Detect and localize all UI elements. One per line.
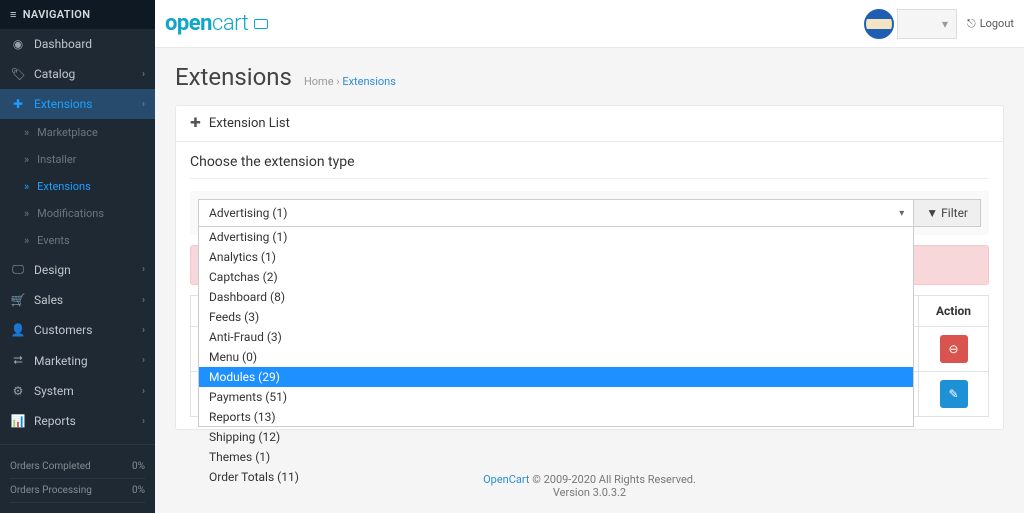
panel-title: Extension List bbox=[209, 116, 290, 131]
sidebar-sub-marketplace[interactable]: Marketplace bbox=[0, 119, 155, 146]
crumb-home[interactable]: Home bbox=[304, 75, 334, 88]
sidebar-item-label: Sales bbox=[34, 293, 63, 307]
dropdown-option[interactable]: Themes (1) bbox=[199, 447, 913, 467]
avatar bbox=[864, 9, 894, 39]
dropdown-option[interactable]: Dashboard (8) bbox=[199, 287, 913, 307]
puzzle-icon: ✚ bbox=[10, 97, 26, 111]
breadcrumb: Home › Extensions bbox=[304, 75, 396, 88]
user-dropdown[interactable]: ▾ bbox=[897, 9, 957, 39]
logout-icon: ⎋ bbox=[967, 17, 976, 31]
filter-button[interactable]: ▼ Filter bbox=[914, 199, 981, 227]
chevron-right-icon: › bbox=[142, 295, 145, 306]
dropdown-option[interactable]: Advertising (1) bbox=[199, 227, 913, 247]
chevron-right-icon: › bbox=[142, 69, 145, 80]
share-icon: ⮂ bbox=[10, 353, 26, 368]
sidebar-item-label: Customers bbox=[34, 323, 92, 337]
caret-down-icon: ▾ bbox=[942, 17, 948, 31]
puzzle-icon: ✚ bbox=[190, 116, 201, 131]
pencil-icon: ✎ bbox=[948, 387, 958, 401]
sidebar-item-label: Catalog bbox=[34, 67, 75, 81]
delete-button[interactable]: ⊖ bbox=[940, 335, 968, 363]
tag-icon: 🏷 bbox=[10, 67, 26, 81]
dropdown-option[interactable]: Menu (0) bbox=[199, 347, 913, 367]
edit-button[interactable]: ✎ bbox=[940, 380, 968, 408]
sidebar-item-label: Extensions bbox=[34, 97, 92, 111]
sidebar-item-label: Marketing bbox=[34, 354, 88, 368]
chevron-right-icon: › bbox=[142, 99, 145, 110]
choose-label: Choose the extension type bbox=[190, 154, 989, 179]
crumb-extensions[interactable]: Extensions bbox=[342, 75, 396, 88]
nav-heading: NAVIGATION bbox=[0, 0, 155, 29]
dropdown-option[interactable]: Anti-Fraud (3) bbox=[199, 327, 913, 347]
stat-orders-completed: Orders Completed 0% bbox=[10, 455, 145, 479]
sidebar-item-reports[interactable]: 📊 Reports › bbox=[0, 406, 155, 436]
sidebar-item-label: Reports bbox=[34, 414, 76, 428]
dropdown-option[interactable]: Modules (29) bbox=[199, 367, 913, 387]
sidebar-item-catalog[interactable]: 🏷 Catalog › bbox=[0, 59, 155, 89]
sidebar-item-design[interactable]: 🖵 Design › bbox=[0, 254, 155, 285]
table-col-action: Action bbox=[919, 296, 989, 327]
sidebar-item-dashboard[interactable]: ◉ Dashboard bbox=[0, 29, 155, 59]
sidebar: NAVIGATION ◉ Dashboard 🏷 Catalog › ✚ Ext… bbox=[0, 0, 155, 513]
dropdown-option[interactable]: Analytics (1) bbox=[199, 247, 913, 267]
dropdown-option[interactable]: Order Totals (11) bbox=[199, 467, 913, 487]
dashboard-icon: ◉ bbox=[10, 37, 26, 51]
stat-orders-processing: Orders Processing 0% bbox=[10, 479, 145, 503]
cart-icon: 🛒 bbox=[10, 293, 26, 307]
sidebar-item-marketing[interactable]: ⮂ Marketing › bbox=[0, 345, 155, 376]
dropdown-option[interactable]: Captchas (2) bbox=[199, 267, 913, 287]
extension-type-select[interactable]: Advertising (1) bbox=[198, 199, 914, 227]
sidebar-item-label: Dashboard bbox=[34, 37, 92, 51]
page-title: Extensions bbox=[175, 63, 292, 91]
gear-icon: ⚙ bbox=[10, 384, 26, 398]
sidebar-sub-modifications[interactable]: Modifications bbox=[0, 200, 155, 227]
logout-button[interactable]: ⎋ Logout bbox=[967, 17, 1014, 31]
sidebar-item-system[interactable]: ⚙ System › bbox=[0, 376, 155, 406]
topbar: opencart ▾ ⎋ Logout bbox=[155, 0, 1024, 48]
chevron-right-icon: › bbox=[142, 416, 145, 427]
dropdown-option[interactable]: Shipping (12) bbox=[199, 427, 913, 447]
sidebar-item-customers[interactable]: 👤 Customers › bbox=[0, 315, 155, 345]
chevron-right-icon: › bbox=[142, 355, 145, 366]
sidebar-sub-extensions[interactable]: Extensions bbox=[0, 173, 155, 200]
extension-panel: ✚ Extension List Choose the extension ty… bbox=[175, 105, 1004, 430]
chart-icon: 📊 bbox=[10, 414, 26, 428]
sidebar-item-label: Design bbox=[34, 263, 71, 277]
sidebar-sub-events[interactable]: Events bbox=[0, 227, 155, 254]
chevron-right-icon: › bbox=[142, 264, 145, 275]
dropdown-option[interactable]: Feeds (3) bbox=[199, 307, 913, 327]
sidebar-item-label: System bbox=[34, 384, 74, 398]
brand-logo[interactable]: opencart bbox=[165, 11, 274, 36]
desktop-icon: 🖵 bbox=[10, 262, 26, 277]
version-label: Version 3.0.3.2 bbox=[553, 486, 626, 499]
chevron-right-icon: › bbox=[142, 325, 145, 336]
filter-icon: ▼ bbox=[926, 206, 938, 220]
sidebar-stats: Orders Completed 0% Orders Processing 0% bbox=[0, 444, 155, 513]
minus-icon: ⊖ bbox=[948, 342, 958, 356]
cart-icon bbox=[252, 16, 274, 30]
sidebar-item-extensions[interactable]: ✚ Extensions › bbox=[0, 89, 155, 119]
sidebar-sub-installer[interactable]: Installer bbox=[0, 146, 155, 173]
sidebar-item-sales[interactable]: 🛒 Sales › bbox=[0, 285, 155, 315]
dropdown-option[interactable]: Reports (13) bbox=[199, 407, 913, 427]
extension-type-dropdown: Advertising (1)Analytics (1)Captchas (2)… bbox=[198, 227, 914, 427]
chevron-right-icon: › bbox=[142, 386, 145, 397]
user-icon: 👤 bbox=[10, 323, 26, 337]
dropdown-option[interactable]: Payments (51) bbox=[199, 387, 913, 407]
